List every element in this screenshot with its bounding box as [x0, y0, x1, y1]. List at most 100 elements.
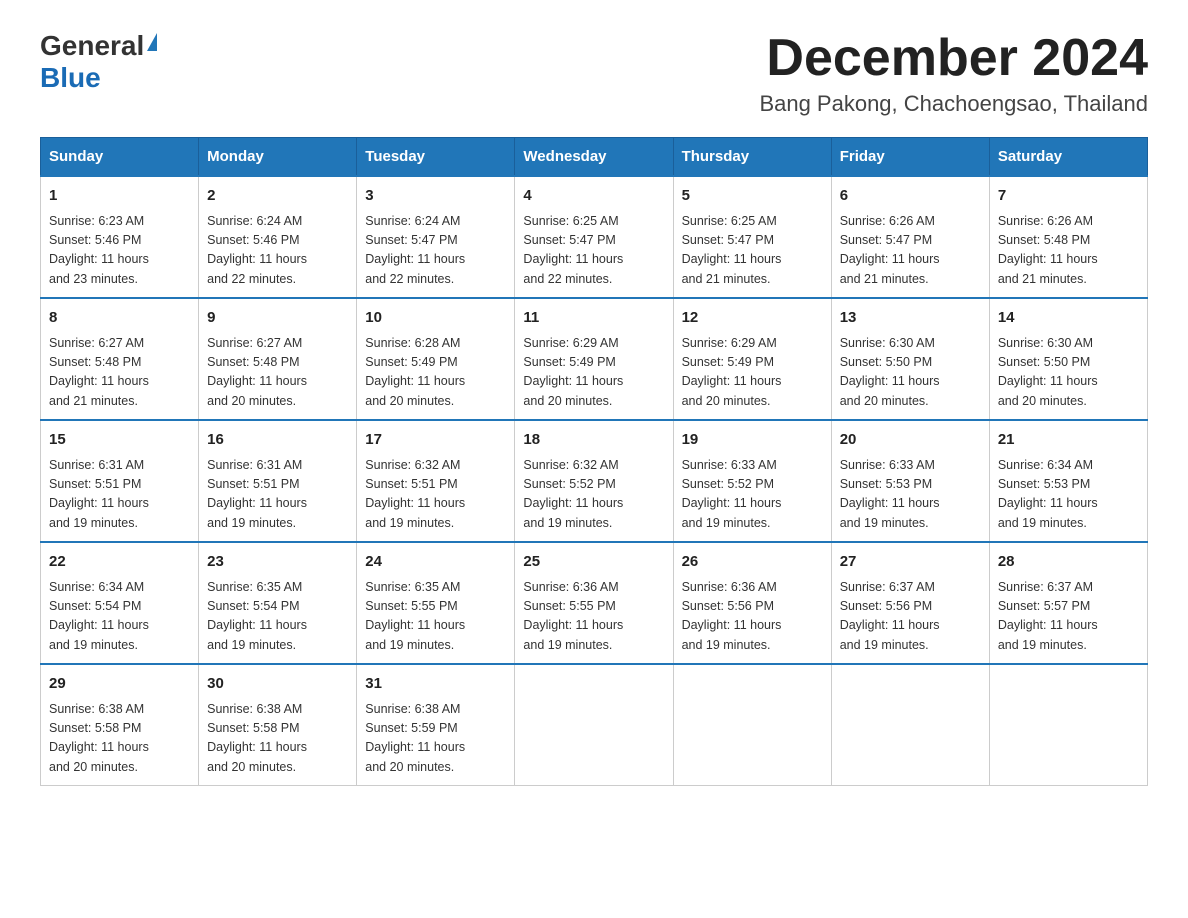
day-info: Sunrise: 6:24 AMSunset: 5:46 PMDaylight:… [207, 212, 348, 290]
day-number: 25 [523, 551, 664, 574]
day-number: 14 [998, 307, 1139, 330]
day-info: Sunrise: 6:24 AMSunset: 5:47 PMDaylight:… [365, 212, 506, 290]
day-number: 4 [523, 185, 664, 208]
logo-blue-text: Blue [40, 62, 101, 94]
day-info: Sunrise: 6:31 AMSunset: 5:51 PMDaylight:… [49, 456, 190, 534]
day-info: Sunrise: 6:26 AMSunset: 5:47 PMDaylight:… [840, 212, 981, 290]
day-info: Sunrise: 6:30 AMSunset: 5:50 PMDaylight:… [998, 334, 1139, 412]
calendar-cell: 15 Sunrise: 6:31 AMSunset: 5:51 PMDayligh… [41, 420, 199, 542]
day-info: Sunrise: 6:23 AMSunset: 5:46 PMDaylight:… [49, 212, 190, 290]
day-info: Sunrise: 6:38 AMSunset: 5:58 PMDaylight:… [49, 700, 190, 778]
calendar-cell: 24Sunrise: 6:35 AMSunset: 5:55 PMDayligh… [357, 542, 515, 664]
day-number: 22 [49, 551, 190, 574]
day-number: 8 [49, 307, 190, 330]
calendar-week-row: 8 Sunrise: 6:27 AMSunset: 5:48 PMDaylight… [41, 298, 1148, 420]
calendar-table: SundayMondayTuesdayWednesdayThursdayFrid… [40, 137, 1148, 786]
calendar-cell: 10Sunrise: 6:28 AMSunset: 5:49 PMDayligh… [357, 298, 515, 420]
calendar-cell: 29 Sunrise: 6:38 AMSunset: 5:58 PMDayligh… [41, 664, 199, 786]
calendar-cell: 21 Sunrise: 6:34 AMSunset: 5:53 PMDayligh… [989, 420, 1147, 542]
day-info: Sunrise: 6:32 AMSunset: 5:52 PMDaylight:… [523, 456, 664, 534]
calendar-cell: 27 Sunrise: 6:37 AMSunset: 5:56 PMDayligh… [831, 542, 989, 664]
day-number: 29 [49, 673, 190, 696]
day-info: Sunrise: 6:38 AMSunset: 5:59 PMDaylight:… [365, 700, 506, 778]
calendar-cell: 9 Sunrise: 6:27 AMSunset: 5:48 PMDaylight… [199, 298, 357, 420]
calendar-cell: 16Sunrise: 6:31 AMSunset: 5:51 PMDayligh… [199, 420, 357, 542]
logo: General Blue [40, 30, 157, 94]
day-info: Sunrise: 6:37 AMSunset: 5:57 PMDaylight:… [998, 578, 1139, 656]
calendar-cell: 14 Sunrise: 6:30 AMSunset: 5:50 PMDayligh… [989, 298, 1147, 420]
calendar-header: SundayMondayTuesdayWednesdayThursdayFrid… [41, 138, 1148, 177]
day-number: 5 [682, 185, 823, 208]
day-info: Sunrise: 6:36 AMSunset: 5:56 PMDaylight:… [682, 578, 823, 656]
calendar-cell: 22Sunrise: 6:34 AMSunset: 5:54 PMDayligh… [41, 542, 199, 664]
calendar-title: December 2024 [759, 30, 1148, 87]
day-info: Sunrise: 6:38 AMSunset: 5:58 PMDaylight:… [207, 700, 348, 778]
day-info: Sunrise: 6:27 AMSunset: 5:48 PMDaylight:… [49, 334, 190, 412]
calendar-cell [831, 664, 989, 786]
day-info: Sunrise: 6:25 AMSunset: 5:47 PMDaylight:… [523, 212, 664, 290]
calendar-cell: 1 Sunrise: 6:23 AMSunset: 5:46 PMDaylight… [41, 176, 199, 298]
day-number: 9 [207, 307, 348, 330]
day-info: Sunrise: 6:33 AMSunset: 5:53 PMDaylight:… [840, 456, 981, 534]
day-number: 17 [365, 429, 506, 452]
day-info: Sunrise: 6:25 AMSunset: 5:47 PMDaylight:… [682, 212, 823, 290]
header-cell-monday: Monday [199, 138, 357, 177]
calendar-cell: 11Sunrise: 6:29 AMSunset: 5:49 PMDayligh… [515, 298, 673, 420]
day-info: Sunrise: 6:34 AMSunset: 5:53 PMDaylight:… [998, 456, 1139, 534]
calendar-cell: 4 Sunrise: 6:25 AMSunset: 5:47 PMDaylight… [515, 176, 673, 298]
day-number: 26 [682, 551, 823, 574]
calendar-cell [673, 664, 831, 786]
day-info: Sunrise: 6:26 AMSunset: 5:48 PMDaylight:… [998, 212, 1139, 290]
calendar-cell: 20Sunrise: 6:33 AMSunset: 5:53 PMDayligh… [831, 420, 989, 542]
calendar-body: 1 Sunrise: 6:23 AMSunset: 5:46 PMDaylight… [41, 176, 1148, 786]
header-cell-friday: Friday [831, 138, 989, 177]
day-number: 31 [365, 673, 506, 696]
day-number: 1 [49, 185, 190, 208]
calendar-cell: 23Sunrise: 6:35 AMSunset: 5:54 PMDayligh… [199, 542, 357, 664]
header-cell-wednesday: Wednesday [515, 138, 673, 177]
calendar-week-row: 29 Sunrise: 6:38 AMSunset: 5:58 PMDayligh… [41, 664, 1148, 786]
day-info: Sunrise: 6:29 AMSunset: 5:49 PMDaylight:… [523, 334, 664, 412]
day-number: 27 [840, 551, 981, 574]
calendar-week-row: 22Sunrise: 6:34 AMSunset: 5:54 PMDayligh… [41, 542, 1148, 664]
header-cell-tuesday: Tuesday [357, 138, 515, 177]
day-info: Sunrise: 6:35 AMSunset: 5:54 PMDaylight:… [207, 578, 348, 656]
calendar-cell [515, 664, 673, 786]
calendar-cell: 31 Sunrise: 6:38 AMSunset: 5:59 PMDayligh… [357, 664, 515, 786]
header-cell-sunday: Sunday [41, 138, 199, 177]
calendar-week-row: 1 Sunrise: 6:23 AMSunset: 5:46 PMDaylight… [41, 176, 1148, 298]
calendar-cell [989, 664, 1147, 786]
calendar-week-row: 15 Sunrise: 6:31 AMSunset: 5:51 PMDayligh… [41, 420, 1148, 542]
day-info: Sunrise: 6:37 AMSunset: 5:56 PMDaylight:… [840, 578, 981, 656]
day-info: Sunrise: 6:32 AMSunset: 5:51 PMDaylight:… [365, 456, 506, 534]
calendar-cell: 5 Sunrise: 6:25 AMSunset: 5:47 PMDaylight… [673, 176, 831, 298]
calendar-cell: 30 Sunrise: 6:38 AMSunset: 5:58 PMDayligh… [199, 664, 357, 786]
day-info: Sunrise: 6:33 AMSunset: 5:52 PMDaylight:… [682, 456, 823, 534]
header-row: SundayMondayTuesdayWednesdayThursdayFrid… [41, 138, 1148, 177]
page-header: General Blue December 2024 Bang Pakong, … [40, 30, 1148, 117]
day-number: 7 [998, 185, 1139, 208]
calendar-cell: 25 Sunrise: 6:36 AMSunset: 5:55 PMDayligh… [515, 542, 673, 664]
day-number: 3 [365, 185, 506, 208]
logo-general-text: General [40, 30, 144, 62]
day-number: 19 [682, 429, 823, 452]
calendar-cell: 3 Sunrise: 6:24 AMSunset: 5:47 PMDaylight… [357, 176, 515, 298]
day-info: Sunrise: 6:28 AMSunset: 5:49 PMDaylight:… [365, 334, 506, 412]
day-number: 15 [49, 429, 190, 452]
day-info: Sunrise: 6:27 AMSunset: 5:48 PMDaylight:… [207, 334, 348, 412]
day-number: 21 [998, 429, 1139, 452]
day-info: Sunrise: 6:31 AMSunset: 5:51 PMDaylight:… [207, 456, 348, 534]
day-number: 6 [840, 185, 981, 208]
header-cell-saturday: Saturday [989, 138, 1147, 177]
day-number: 2 [207, 185, 348, 208]
day-number: 12 [682, 307, 823, 330]
day-number: 30 [207, 673, 348, 696]
calendar-cell: 18 Sunrise: 6:32 AMSunset: 5:52 PMDayligh… [515, 420, 673, 542]
calendar-cell: 13Sunrise: 6:30 AMSunset: 5:50 PMDayligh… [831, 298, 989, 420]
day-info: Sunrise: 6:29 AMSunset: 5:49 PMDaylight:… [682, 334, 823, 412]
day-info: Sunrise: 6:36 AMSunset: 5:55 PMDaylight:… [523, 578, 664, 656]
calendar-cell: 7 Sunrise: 6:26 AMSunset: 5:48 PMDaylight… [989, 176, 1147, 298]
day-number: 18 [523, 429, 664, 452]
calendar-cell: 12 Sunrise: 6:29 AMSunset: 5:49 PMDayligh… [673, 298, 831, 420]
day-info: Sunrise: 6:35 AMSunset: 5:55 PMDaylight:… [365, 578, 506, 656]
